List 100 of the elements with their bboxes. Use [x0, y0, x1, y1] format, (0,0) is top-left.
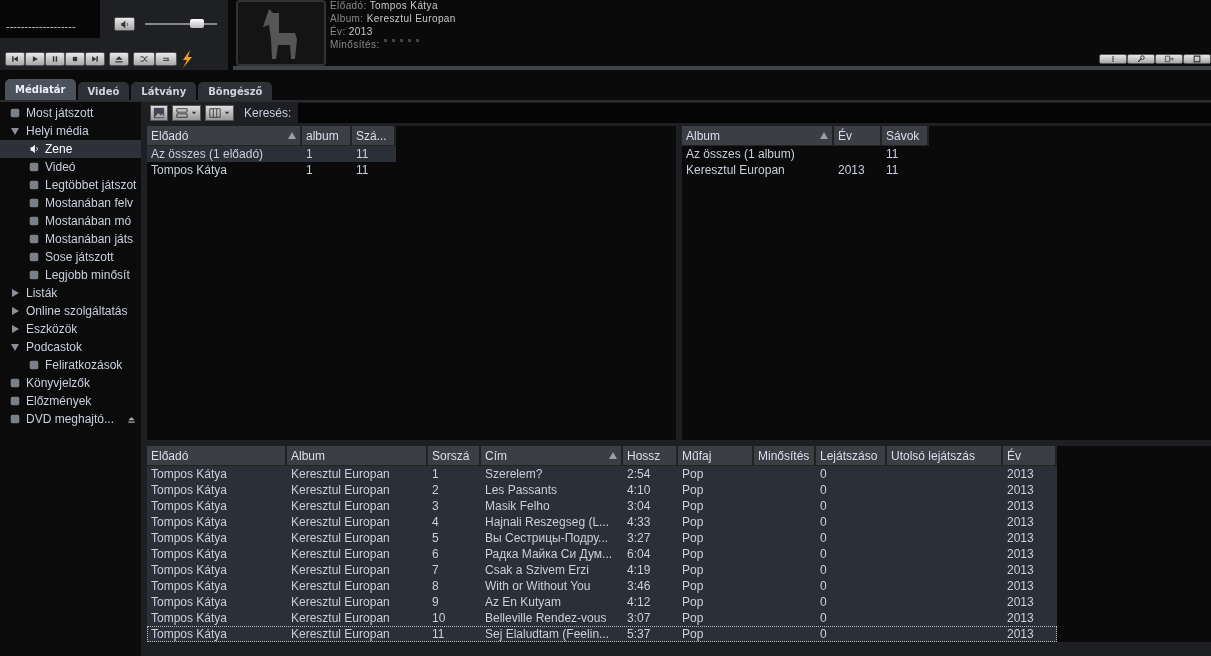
play-button[interactable] — [25, 52, 45, 66]
sidebar-item[interactable]: DVD meghajtó... — [0, 410, 141, 428]
sidebar-item[interactable]: Legjobb minősít — [0, 266, 141, 284]
column-header[interactable]: Műfaj — [678, 446, 754, 466]
columns-dropdown-button[interactable] — [205, 105, 234, 121]
column-header[interactable]: Év — [1003, 446, 1057, 466]
table-cell-text: 2013 — [1006, 514, 1035, 530]
collapsed-triangle-icon[interactable] — [11, 307, 19, 315]
column-header[interactable]: Minősítés — [754, 446, 816, 466]
table-cell-text: Pop — [681, 610, 705, 626]
eject-button[interactable] — [109, 52, 129, 66]
table-cell-text: Tompos Kátya — [150, 594, 229, 610]
column-header[interactable]: Hossz — [623, 446, 678, 466]
tab[interactable]: Böngésző — [198, 82, 273, 100]
column-header[interactable]: Album — [682, 126, 834, 146]
window-button[interactable] — [1183, 54, 1211, 64]
sidebar-item[interactable]: Mostanában játs — [0, 230, 141, 248]
table-row[interactable]: Tompos Kátya Keresztul Europan 5 Вы Сестрицы-Подру... 3:27 Pop 0 2013 — [147, 530, 1057, 546]
sidebar-item[interactable]: Feliratkozások — [0, 356, 141, 374]
collapsed-triangle-icon[interactable] — [11, 289, 19, 297]
search-field[interactable] — [298, 103, 1211, 123]
table-row[interactable]: Tompos Kátya Keresztul Europan 6 Радка Майка Си Дум... 6:04 Pop 0 2013 — [147, 546, 1057, 562]
column-header[interactable]: Sávok — [882, 126, 929, 146]
table-cell-text: 0 — [819, 610, 828, 626]
table-cell-text: 11 — [431, 626, 446, 642]
table-cell-text: 5:37 — [626, 626, 652, 642]
expanded-triangle-icon[interactable] — [11, 127, 19, 135]
column-header[interactable]: Cím — [481, 446, 623, 466]
table-cell-text: Keresztul Europan — [290, 498, 391, 514]
album-art-toggle-button[interactable] — [150, 105, 168, 121]
table-cell-text: 0 — [819, 466, 828, 482]
tab[interactable]: Látvány — [131, 82, 197, 100]
table-cell-text: 5 — [431, 530, 440, 546]
tab[interactable]: Médiatár — [5, 79, 76, 100]
sidebar-label: Mostanában felv — [45, 196, 134, 210]
sidebar-item[interactable]: Könyvjelzők — [0, 374, 141, 392]
view-dropdown-button[interactable] — [172, 105, 201, 121]
table-cell-text: 2013 — [1006, 482, 1035, 498]
pause-button[interactable] — [45, 52, 65, 66]
sidebar-item[interactable]: Előzmények — [0, 392, 141, 410]
table-row[interactable]: Tompos Kátya Keresztul Europan 10 Belleville Rendez-vous 3:07 Pop 0 2013 — [147, 610, 1057, 626]
column-header[interactable]: Utolsó lejátszás — [887, 446, 1003, 466]
sidebar-item[interactable]: Mostanában mó — [0, 212, 141, 230]
column-header[interactable]: Lejátszáso — [816, 446, 887, 466]
sidebar-item[interactable]: Most játszott — [0, 104, 141, 122]
table-row[interactable]: Tompos Kátya Keresztul Europan 1 Szerelem? 2:54 Pop 0 2013 — [147, 466, 1057, 482]
sidebar-item[interactable]: Eszközök — [0, 320, 141, 338]
sidebar-item[interactable]: Helyi média — [0, 122, 141, 140]
table-cell-text: 2013 — [1006, 466, 1035, 482]
table-row[interactable]: Tompos Kátya Keresztul Europan 3 Masik Felho 3:04 Pop 0 2013 — [147, 498, 1057, 514]
column-header[interactable]: Év — [834, 126, 882, 146]
sidebar-item[interactable]: Legtöbbet játszot — [0, 176, 141, 194]
stop-button[interactable] — [65, 52, 85, 66]
exit-button[interactable] — [1155, 54, 1183, 64]
column-header[interactable]: Album — [287, 446, 428, 466]
collapsed-triangle-icon[interactable] — [11, 325, 19, 333]
table-cell-text: Tompos Kátya — [150, 482, 229, 498]
table-row[interactable]: Az összes (1 album) 11 — [682, 146, 929, 162]
search-label: Keresés: — [244, 106, 292, 120]
table-row[interactable]: Tompos Kátya Keresztul Europan 9 Az En Kutyam 4:12 Pop 0 2013 — [147, 594, 1057, 610]
column-header[interactable]: Sorszá — [428, 446, 481, 466]
sidebar-item[interactable]: Sose játszott — [0, 248, 141, 266]
menu-button[interactable] — [1099, 54, 1127, 64]
column-header[interactable]: Előadó — [147, 126, 302, 146]
expanded-triangle-icon[interactable] — [11, 343, 19, 351]
key-button[interactable] — [1127, 54, 1155, 64]
table-cell-text: 3:04 — [626, 498, 652, 514]
table-cell-text: 11 — [355, 162, 370, 178]
table-cell-text: Tompos Kátya — [150, 562, 229, 578]
table-cell-text: Pop — [681, 514, 705, 530]
sidebar-item[interactable]: Listák — [0, 284, 141, 302]
table-row[interactable]: Tompos Kátya Keresztul Europan 2 Les Passants 4:10 Pop 0 2013 — [147, 482, 1057, 498]
table-row[interactable]: Az összes (1 előadó) 1 11 — [147, 146, 396, 162]
shuffle-button[interactable] — [133, 52, 155, 66]
tab[interactable]: Videó — [77, 82, 130, 100]
sidebar-item[interactable]: Online szolgáltatás — [0, 302, 141, 320]
column-header[interactable]: album — [302, 126, 352, 146]
column-header[interactable]: Szá... — [352, 126, 396, 146]
table-cell-text: Belleville Rendez-vous — [484, 610, 608, 626]
table-cell-text: Keresztul Europan — [290, 546, 391, 562]
next-button[interactable] — [85, 52, 105, 66]
table-cell-text: Tompos Kátya — [150, 578, 229, 594]
table-row[interactable]: Tompos Kátya Keresztul Europan 7 Csak a Szivem Erzi 4:19 Pop 0 2013 — [147, 562, 1057, 578]
table-cell-text: 6 — [431, 546, 440, 562]
table-cell-text: Tompos Kátya — [150, 530, 229, 546]
sidebar-item[interactable]: Podcastok — [0, 338, 141, 356]
volume-thumb[interactable] — [189, 19, 204, 28]
table-row[interactable]: Tompos Kátya Keresztul Europan 8 With or Without You 3:46 Pop 0 2013 — [147, 578, 1057, 594]
mute-button[interactable] — [114, 17, 135, 31]
table-row[interactable]: Tompos Kátya 1 11 — [147, 162, 396, 178]
table-row[interactable]: Tompos Kátya Keresztul Europan 4 Hajnali Reszegseg (L... 4:33 Pop 0 2013 — [147, 514, 1057, 530]
sidebar-item[interactable]: Zene — [0, 140, 141, 158]
sidebar-item[interactable]: Mostanában felv — [0, 194, 141, 212]
previous-button[interactable] — [5, 52, 25, 66]
table-row[interactable]: Tompos Kátya Keresztul Europan 11 Sej Elaludtam (Feelin... 5:37 Pop 0 2013 — [147, 626, 1057, 642]
sidebar-item[interactable]: Videó — [0, 158, 141, 176]
column-header[interactable]: Előadó — [147, 446, 287, 466]
table-cell-text: 0 — [819, 482, 828, 498]
table-row[interactable]: Keresztul Europan 2013 11 — [682, 162, 929, 178]
repeat-button[interactable] — [155, 52, 177, 66]
